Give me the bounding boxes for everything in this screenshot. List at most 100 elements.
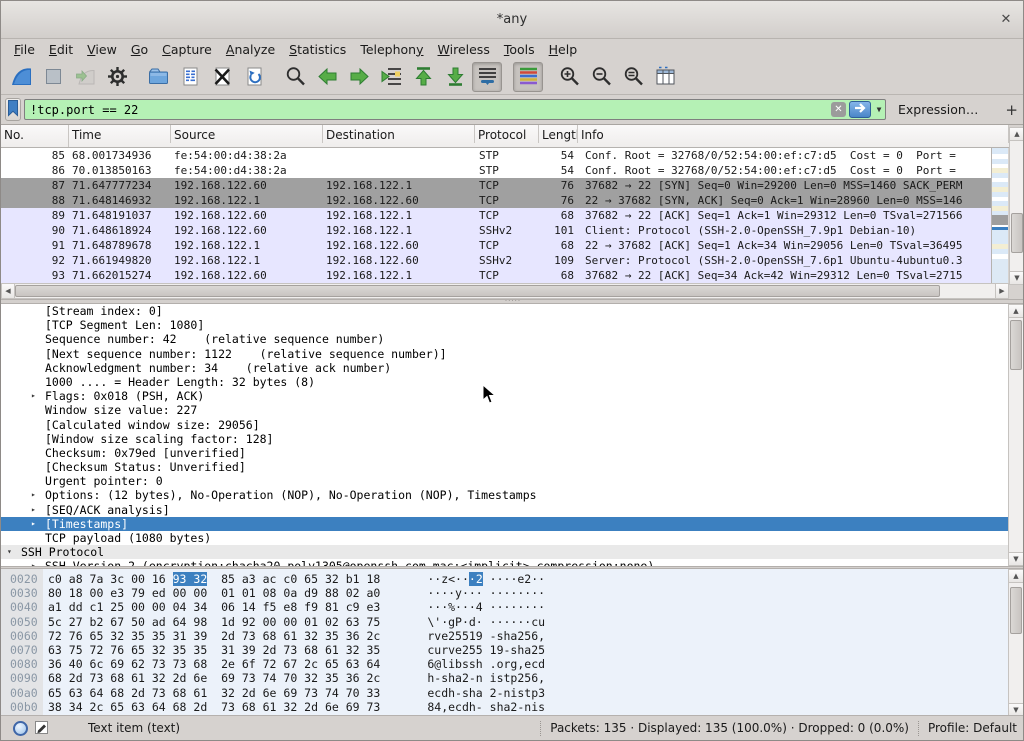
zoom-reset-button[interactable]: [618, 62, 648, 92]
hex-row[interactable]: 0040a1 dd c1 25 00 00 04 34 06 14 f5 e8 …: [1, 600, 1008, 614]
packet-list-hscrollbar[interactable]: ◀ ▶: [1, 283, 1009, 299]
scroll-right-icon[interactable]: ▶: [995, 284, 1008, 298]
packet-row[interactable]: 9071.648618924192.168.122.60192.168.122.…: [1, 223, 991, 238]
hex-row[interactable]: 003080 18 00 e3 79 ed 00 00 01 01 08 0a …: [1, 586, 1008, 600]
scrollbar-thumb[interactable]: [1011, 213, 1023, 253]
scroll-up-icon[interactable]: ▲: [1010, 128, 1024, 141]
open-file-button[interactable]: [143, 62, 173, 92]
resize-columns-button[interactable]: [650, 62, 680, 92]
hscrollbar-thumb[interactable]: [15, 285, 940, 297]
packet-row[interactable]: 8971.648191037192.168.122.60192.168.122.…: [1, 208, 991, 223]
scroll-up-icon[interactable]: ▲: [1009, 570, 1023, 583]
go-first-button[interactable]: [408, 62, 438, 92]
find-packet-button[interactable]: [280, 62, 310, 92]
hex-row[interactable]: 009068 2d 73 68 61 32 2d 6e 69 73 74 70 …: [1, 671, 1008, 685]
detail-row[interactable]: [Window size scaling factor: 128]: [1, 432, 1008, 446]
detail-row[interactable]: ▸Flags: 0x018 (PSH, ACK): [1, 389, 1008, 403]
expander-icon[interactable]: ▸: [31, 389, 45, 403]
colorize-button[interactable]: [513, 62, 543, 92]
menu-go[interactable]: Go: [124, 41, 155, 58]
packet-row[interactable]: 9371.662015274192.168.122.60192.168.122.…: [1, 268, 991, 283]
detail-row[interactable]: Urgent pointer: 0: [1, 474, 1008, 488]
hex-row[interactable]: 00b038 34 2c 65 63 64 68 2d 73 68 61 32 …: [1, 700, 1008, 714]
scrollbar-thumb[interactable]: [1010, 587, 1022, 634]
menu-help[interactable]: Help: [542, 41, 585, 58]
close-file-button[interactable]: [207, 62, 237, 92]
packet-row[interactable]: 8670.013850163fe:54:00:d4:38:2aSTP54Conf…: [1, 163, 991, 178]
detail-row[interactable]: Acknowledgment number: 34 (relative ack …: [1, 361, 1008, 375]
profile-label[interactable]: Profile: Default: [928, 721, 1017, 735]
scroll-down-icon[interactable]: ▼: [1010, 271, 1024, 284]
filter-add-button[interactable]: +: [999, 101, 1024, 119]
expert-info-icon[interactable]: [13, 721, 28, 736]
go-last-button[interactable]: [440, 62, 470, 92]
reload-file-button[interactable]: [239, 62, 269, 92]
filter-apply-button[interactable]: [849, 101, 871, 118]
detail-row[interactable]: Window size value: 227: [1, 403, 1008, 417]
detail-row[interactable]: Checksum: 0x79ed [unverified]: [1, 446, 1008, 460]
packet-row[interactable]: 9171.648789678192.168.122.1192.168.122.6…: [1, 238, 991, 253]
column-header-info[interactable]: Info: [578, 125, 1009, 143]
packet-row[interactable]: 8871.648146932192.168.122.1192.168.122.6…: [1, 193, 991, 208]
auto-scroll-button[interactable]: [472, 62, 502, 92]
detail-row[interactable]: [TCP Segment Len: 1080]: [1, 318, 1008, 332]
expander-icon[interactable]: ▸: [31, 503, 45, 517]
column-header-length[interactable]: Length: [539, 125, 578, 143]
hex-row[interactable]: 007063 75 72 76 65 32 35 35 31 39 2d 73 …: [1, 643, 1008, 657]
packet-row[interactable]: 9271.661949820192.168.122.1192.168.122.6…: [1, 253, 991, 268]
zoom-in-button[interactable]: [554, 62, 584, 92]
packet-list-vscrollbar[interactable]: ▲ ▼: [1009, 127, 1024, 285]
menu-statistics[interactable]: Statistics: [282, 41, 353, 58]
capture-comment-icon[interactable]: [34, 719, 50, 738]
hex-row[interactable]: 008036 40 6c 69 62 73 73 68 2e 6f 72 67 …: [1, 657, 1008, 671]
column-header-destination[interactable]: Destination: [323, 125, 475, 143]
scrollbar-thumb[interactable]: [1010, 320, 1022, 370]
intelligent-scrollbar-minimap[interactable]: [991, 148, 1008, 283]
expression-button[interactable]: Expression…: [898, 102, 978, 117]
detail-row[interactable]: TCP payload (1080 bytes): [1, 531, 1008, 545]
scroll-down-icon[interactable]: ▼: [1009, 552, 1023, 565]
go-back-button[interactable]: [312, 62, 342, 92]
save-file-button[interactable]: [175, 62, 205, 92]
detail-row[interactable]: ▸[SEQ/ACK analysis]: [1, 503, 1008, 517]
stop-capture-button[interactable]: [38, 62, 68, 92]
menu-file[interactable]: File: [7, 41, 42, 58]
restart-capture-button[interactable]: [70, 62, 100, 92]
menu-telephony[interactable]: Telephony: [353, 41, 430, 58]
detail-row[interactable]: [Checksum Status: Unverified]: [1, 460, 1008, 474]
menu-edit[interactable]: Edit: [42, 41, 80, 58]
column-header-source[interactable]: Source: [171, 125, 323, 143]
menu-analyze[interactable]: Analyze: [219, 41, 282, 58]
bytes-vscrollbar[interactable]: ▲ ▼: [1008, 569, 1024, 717]
details-vscrollbar[interactable]: ▲ ▼: [1008, 304, 1024, 566]
menu-wireless[interactable]: Wireless: [431, 41, 497, 58]
start-capture-button[interactable]: [6, 62, 36, 92]
hex-row[interactable]: 0020c0 a8 7a 3c 00 16 93 32 85 a3 ac c0 …: [1, 572, 1008, 586]
detail-row[interactable]: 1000 .... = Header Length: 32 bytes (8): [1, 375, 1008, 389]
scroll-up-icon[interactable]: ▲: [1009, 305, 1023, 318]
capture-options-button[interactable]: [102, 62, 132, 92]
scroll-left-icon[interactable]: ◀: [2, 284, 15, 298]
menu-tools[interactable]: Tools: [497, 41, 542, 58]
detail-row[interactable]: [Stream index: 0]: [1, 304, 1008, 318]
hex-row[interactable]: 006072 76 65 32 35 35 31 39 2d 73 68 61 …: [1, 629, 1008, 643]
zoom-out-button[interactable]: [586, 62, 616, 92]
expander-icon[interactable]: ▸: [31, 517, 45, 531]
menu-capture[interactable]: Capture: [155, 41, 219, 58]
filter-history-dropdown[interactable]: ▼: [873, 101, 885, 118]
hex-row[interactable]: 00505c 27 b2 67 50 ad 64 98 1d 92 00 00 …: [1, 615, 1008, 629]
go-forward-button[interactable]: [344, 62, 374, 92]
detail-row[interactable]: [Next sequence number: 1122 (relative se…: [1, 347, 1008, 361]
filter-bookmark-button[interactable]: [5, 98, 21, 121]
display-filter-input[interactable]: !tcp.port == 22 ✕ ▼: [24, 99, 886, 120]
detail-row[interactable]: ▸Options: (12 bytes), No-Operation (NOP)…: [1, 488, 1008, 502]
close-window-button[interactable]: ✕: [997, 11, 1015, 29]
expander-icon[interactable]: ▸: [31, 559, 45, 566]
filter-clear-button[interactable]: ✕: [831, 102, 846, 117]
column-header-time[interactable]: Time: [69, 125, 171, 143]
menu-view[interactable]: View: [80, 41, 124, 58]
go-to-packet-button[interactable]: [376, 62, 406, 92]
detail-row[interactable]: ▾SSH Protocol: [1, 545, 1008, 559]
detail-row[interactable]: ▸SSH Version 2 (encryption:chacha20-poly…: [1, 559, 1008, 566]
detail-row[interactable]: ▸[Timestamps]: [1, 517, 1008, 531]
